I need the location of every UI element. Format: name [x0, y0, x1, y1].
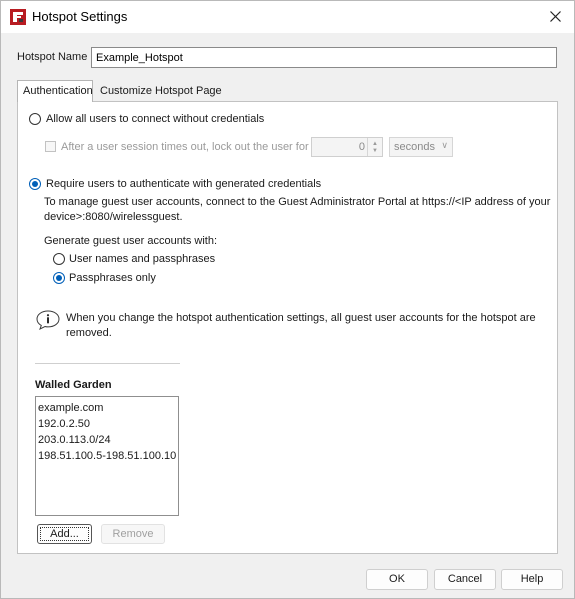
list-item[interactable]: 203.0.113.0/24 [36, 432, 178, 448]
usernames-passphrases-radio[interactable] [53, 253, 65, 265]
hotspot-name-input[interactable] [91, 47, 557, 68]
lockout-duration-value: 0 [358, 141, 365, 153]
tab-customize-hotspot-page[interactable]: Customize Hotspot Page [94, 80, 222, 101]
tab-authentication[interactable]: Authentication [17, 80, 93, 102]
help-button[interactable]: Help [501, 569, 563, 590]
dialog-title: Hotspot Settings [32, 9, 128, 24]
require-credentials-label: Require users to authenticate with gener… [46, 178, 322, 190]
lockout-label: After a user session times out, lock out… [61, 141, 309, 153]
lockout-unit-value: seconds [394, 141, 435, 153]
list-item[interactable]: 198.51.100.5-198.51.100.10 [36, 448, 178, 464]
lockout-spinner[interactable]: ▲ ▼ [367, 138, 382, 156]
info-note-line2: removed. [66, 327, 112, 339]
cancel-button[interactable]: Cancel [434, 569, 496, 590]
usernames-passphrases-label: User names and passphrases [69, 253, 216, 265]
close-icon [550, 11, 561, 22]
walled-garden-title: Walled Garden [35, 379, 112, 391]
list-item[interactable]: example.com [36, 400, 178, 416]
title-bar: Hotspot Settings [1, 1, 574, 33]
info-note-line1: When you change the hotspot authenticati… [66, 312, 536, 324]
info-icon [36, 310, 60, 330]
lockout-unit-select[interactable]: seconds ∨ [389, 137, 453, 157]
close-button[interactable] [544, 5, 568, 29]
generate-accounts-label: Generate guest user accounts with: [44, 235, 218, 247]
add-button[interactable]: Add... [37, 524, 92, 544]
hotspot-settings-dialog: Hotspot Settings Hotspot Name Authentica… [0, 0, 575, 599]
passphrases-only-radio[interactable] [53, 272, 65, 284]
hotspot-name-label: Hotspot Name [17, 51, 88, 63]
ok-button[interactable]: OK [366, 569, 428, 590]
firebox-app-icon [10, 9, 26, 25]
chevron-down-icon: ∨ [441, 140, 448, 150]
passphrases-only-label: Passphrases only [69, 272, 156, 284]
lockout-checkbox[interactable] [45, 141, 56, 152]
guest-portal-note-line2: device>:8080/wirelessguest. [44, 211, 183, 223]
allow-all-users-radio[interactable] [29, 113, 41, 125]
guest-portal-note-line1: To manage guest user accounts, connect t… [44, 196, 551, 208]
spin-up-icon[interactable]: ▲ [372, 141, 378, 147]
allow-all-users-label: Allow all users to connect without crede… [46, 113, 265, 125]
list-item[interactable]: 192.0.2.50 [36, 416, 178, 432]
require-credentials-radio[interactable] [29, 178, 41, 190]
remove-button[interactable]: Remove [101, 524, 165, 544]
spin-down-icon[interactable]: ▼ [372, 148, 378, 154]
section-divider [35, 363, 180, 364]
lockout-duration-stepper[interactable]: 0 ▲ ▼ [311, 137, 383, 157]
walled-garden-list[interactable]: example.com 192.0.2.50 203.0.113.0/24 19… [35, 396, 179, 516]
